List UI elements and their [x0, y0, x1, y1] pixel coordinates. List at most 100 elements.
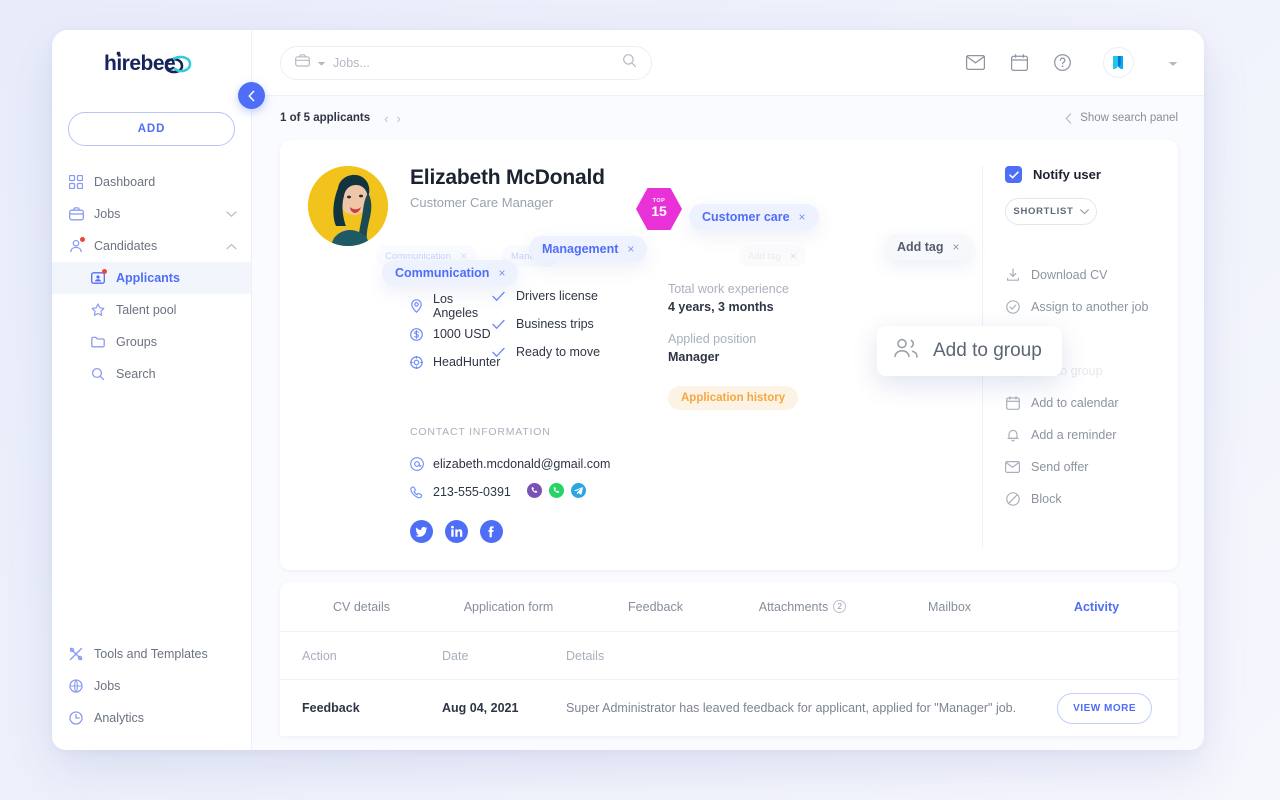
- chevron-left-icon: [246, 90, 258, 102]
- grid-icon: [68, 174, 84, 190]
- show-search-panel-label: Show search panel: [1080, 112, 1178, 124]
- avatar[interactable]: [308, 166, 388, 246]
- action-label: Send offer: [1031, 460, 1088, 474]
- tab-label: Attachments: [759, 600, 828, 614]
- sidebar-item-groups[interactable]: Groups: [52, 326, 251, 358]
- content-area: Elizabeth McDonald Customer Care Manager…: [252, 140, 1204, 750]
- tag-remove-icon[interactable]: ×: [953, 240, 960, 254]
- location-row: Los Angeles: [410, 292, 492, 320]
- target-icon: [410, 356, 424, 369]
- show-search-panel-button[interactable]: Show search panel: [1065, 112, 1178, 124]
- sidebar-item-search[interactable]: Search: [52, 358, 251, 390]
- search-icon: [90, 366, 106, 382]
- view-more-button[interactable]: VIEW MORE: [1057, 693, 1152, 724]
- collapse-sidebar-button[interactable]: [238, 82, 265, 109]
- tag-label: Customer care: [702, 210, 790, 224]
- sidebar-item-jobs-global[interactable]: Jobs: [52, 670, 251, 702]
- sidebar-item-talent-pool[interactable]: Talent pool: [52, 294, 251, 326]
- tag-customer-care[interactable]: Customer care ×: [689, 204, 819, 230]
- telegram-icon[interactable]: [571, 483, 586, 501]
- check-icon: [1009, 171, 1019, 179]
- action-label: Download CV: [1031, 268, 1107, 282]
- tag-remove-icon[interactable]: ×: [498, 266, 505, 280]
- topbar-icons: [966, 47, 1178, 78]
- prev-applicant-button[interactable]: ‹: [384, 111, 388, 126]
- detail-tabs-section: CV details Application form Feedback Att…: [280, 582, 1178, 736]
- check-icon: [492, 319, 506, 330]
- action-add-a-reminder[interactable]: Add a reminder: [1005, 419, 1178, 451]
- chevron-down-icon[interactable]: [226, 207, 237, 221]
- notify-user-checkbox[interactable]: [1005, 166, 1022, 183]
- sidebar-item-label: Dashboard: [94, 175, 155, 189]
- candidate-name: Elizabeth McDonald: [410, 166, 605, 190]
- badge-rank: 15: [651, 204, 667, 219]
- sidebar-item-jobs[interactable]: Jobs: [52, 198, 251, 230]
- help-icon[interactable]: [1054, 54, 1071, 71]
- facebook-icon[interactable]: [480, 520, 503, 548]
- action-send-offer[interactable]: Send offer: [1005, 451, 1178, 483]
- chevron-up-icon[interactable]: [226, 239, 237, 253]
- tag-remove-icon[interactable]: ×: [627, 242, 634, 256]
- phone-row[interactable]: 213-555-0391: [410, 478, 958, 506]
- action-download-cv[interactable]: Download CV: [1005, 259, 1178, 291]
- add-tag-button[interactable]: Add tag ×: [884, 234, 973, 260]
- tag-communication[interactable]: Communication ×: [382, 260, 518, 286]
- messenger-icons: [527, 483, 586, 501]
- sidebar-item-analytics[interactable]: Analytics: [52, 702, 251, 734]
- email-row[interactable]: elizabeth.mcdonald@gmail.com: [410, 450, 958, 478]
- globe-icon: [68, 678, 84, 694]
- application-history-button[interactable]: Application history: [668, 386, 798, 410]
- tab-attachments[interactable]: Attachments 2: [729, 600, 876, 614]
- dollar-icon: [410, 328, 424, 341]
- source-row: HeadHunter: [410, 348, 492, 376]
- sidebar-item-applicants[interactable]: Applicants: [52, 262, 251, 294]
- tag-remove-icon[interactable]: ×: [799, 210, 806, 224]
- calendar-icon[interactable]: [1011, 54, 1028, 71]
- clock-icon: [68, 710, 84, 726]
- tag-ghost-add: Add tag ×: [739, 245, 806, 267]
- tag-label: Add tag: [748, 251, 781, 262]
- check-label: Business trips: [516, 317, 594, 331]
- linkedin-icon[interactable]: [445, 520, 468, 548]
- column-header-action: Action: [302, 649, 442, 663]
- next-applicant-button[interactable]: ›: [396, 111, 400, 126]
- whatsapp-icon[interactable]: [549, 483, 564, 501]
- tab-feedback[interactable]: Feedback: [582, 600, 729, 614]
- viber-icon[interactable]: [527, 483, 542, 501]
- add-button[interactable]: ADD: [68, 112, 235, 146]
- table-row[interactable]: Feedback Aug 04, 2021 Super Administrato…: [280, 680, 1178, 736]
- add-to-group-tooltip[interactable]: Add to group: [877, 326, 1062, 376]
- phone-value: 213-555-0391: [433, 485, 511, 499]
- caret-down-icon[interactable]: [1168, 54, 1178, 72]
- sidebar-item-candidates[interactable]: Candidates: [52, 230, 251, 262]
- search-icon[interactable]: [622, 53, 637, 73]
- caret-down-icon[interactable]: [317, 54, 326, 72]
- status-dropdown[interactable]: SHORTLIST: [1005, 198, 1097, 225]
- user-avatar[interactable]: [1103, 47, 1134, 78]
- mail-icon[interactable]: [966, 55, 985, 70]
- tab-mailbox[interactable]: Mailbox: [876, 600, 1023, 614]
- sidebar-item-tools-and-templates[interactable]: Tools and Templates: [52, 638, 251, 670]
- check-icon: [492, 291, 506, 302]
- briefcase-icon[interactable]: [295, 54, 310, 72]
- notify-user-row[interactable]: Notify user: [1005, 166, 1178, 183]
- tab-cv-details[interactable]: CV details: [288, 600, 435, 614]
- action-block[interactable]: Block: [1005, 483, 1178, 515]
- sidebar-item-label: Applicants: [116, 271, 180, 285]
- action-assign-to-another-job[interactable]: Assign to another job: [1005, 291, 1178, 323]
- profile-text: Elizabeth McDonald Customer Care Manager: [410, 166, 605, 246]
- column-header-details: Details: [566, 649, 1152, 663]
- search-input[interactable]: [333, 56, 615, 70]
- tag-management[interactable]: Management ×: [529, 236, 647, 262]
- sidebar-item-dashboard[interactable]: Dashboard: [52, 166, 251, 198]
- global-search[interactable]: [280, 46, 652, 80]
- app-window: hirebee ADD Dashboard Jobs: [52, 30, 1204, 750]
- tab-activity[interactable]: Activity: [1023, 600, 1170, 614]
- brand-logo[interactable]: hirebee: [52, 30, 251, 96]
- sidebar-item-label: Groups: [116, 335, 157, 349]
- tab-application-form[interactable]: Application form: [435, 600, 582, 614]
- sidebar-nav: Dashboard Jobs Candidates: [52, 166, 251, 390]
- action-add-to-calendar[interactable]: Add to calendar: [1005, 387, 1178, 419]
- calendar-icon: [1005, 396, 1020, 410]
- twitter-icon[interactable]: [410, 520, 433, 548]
